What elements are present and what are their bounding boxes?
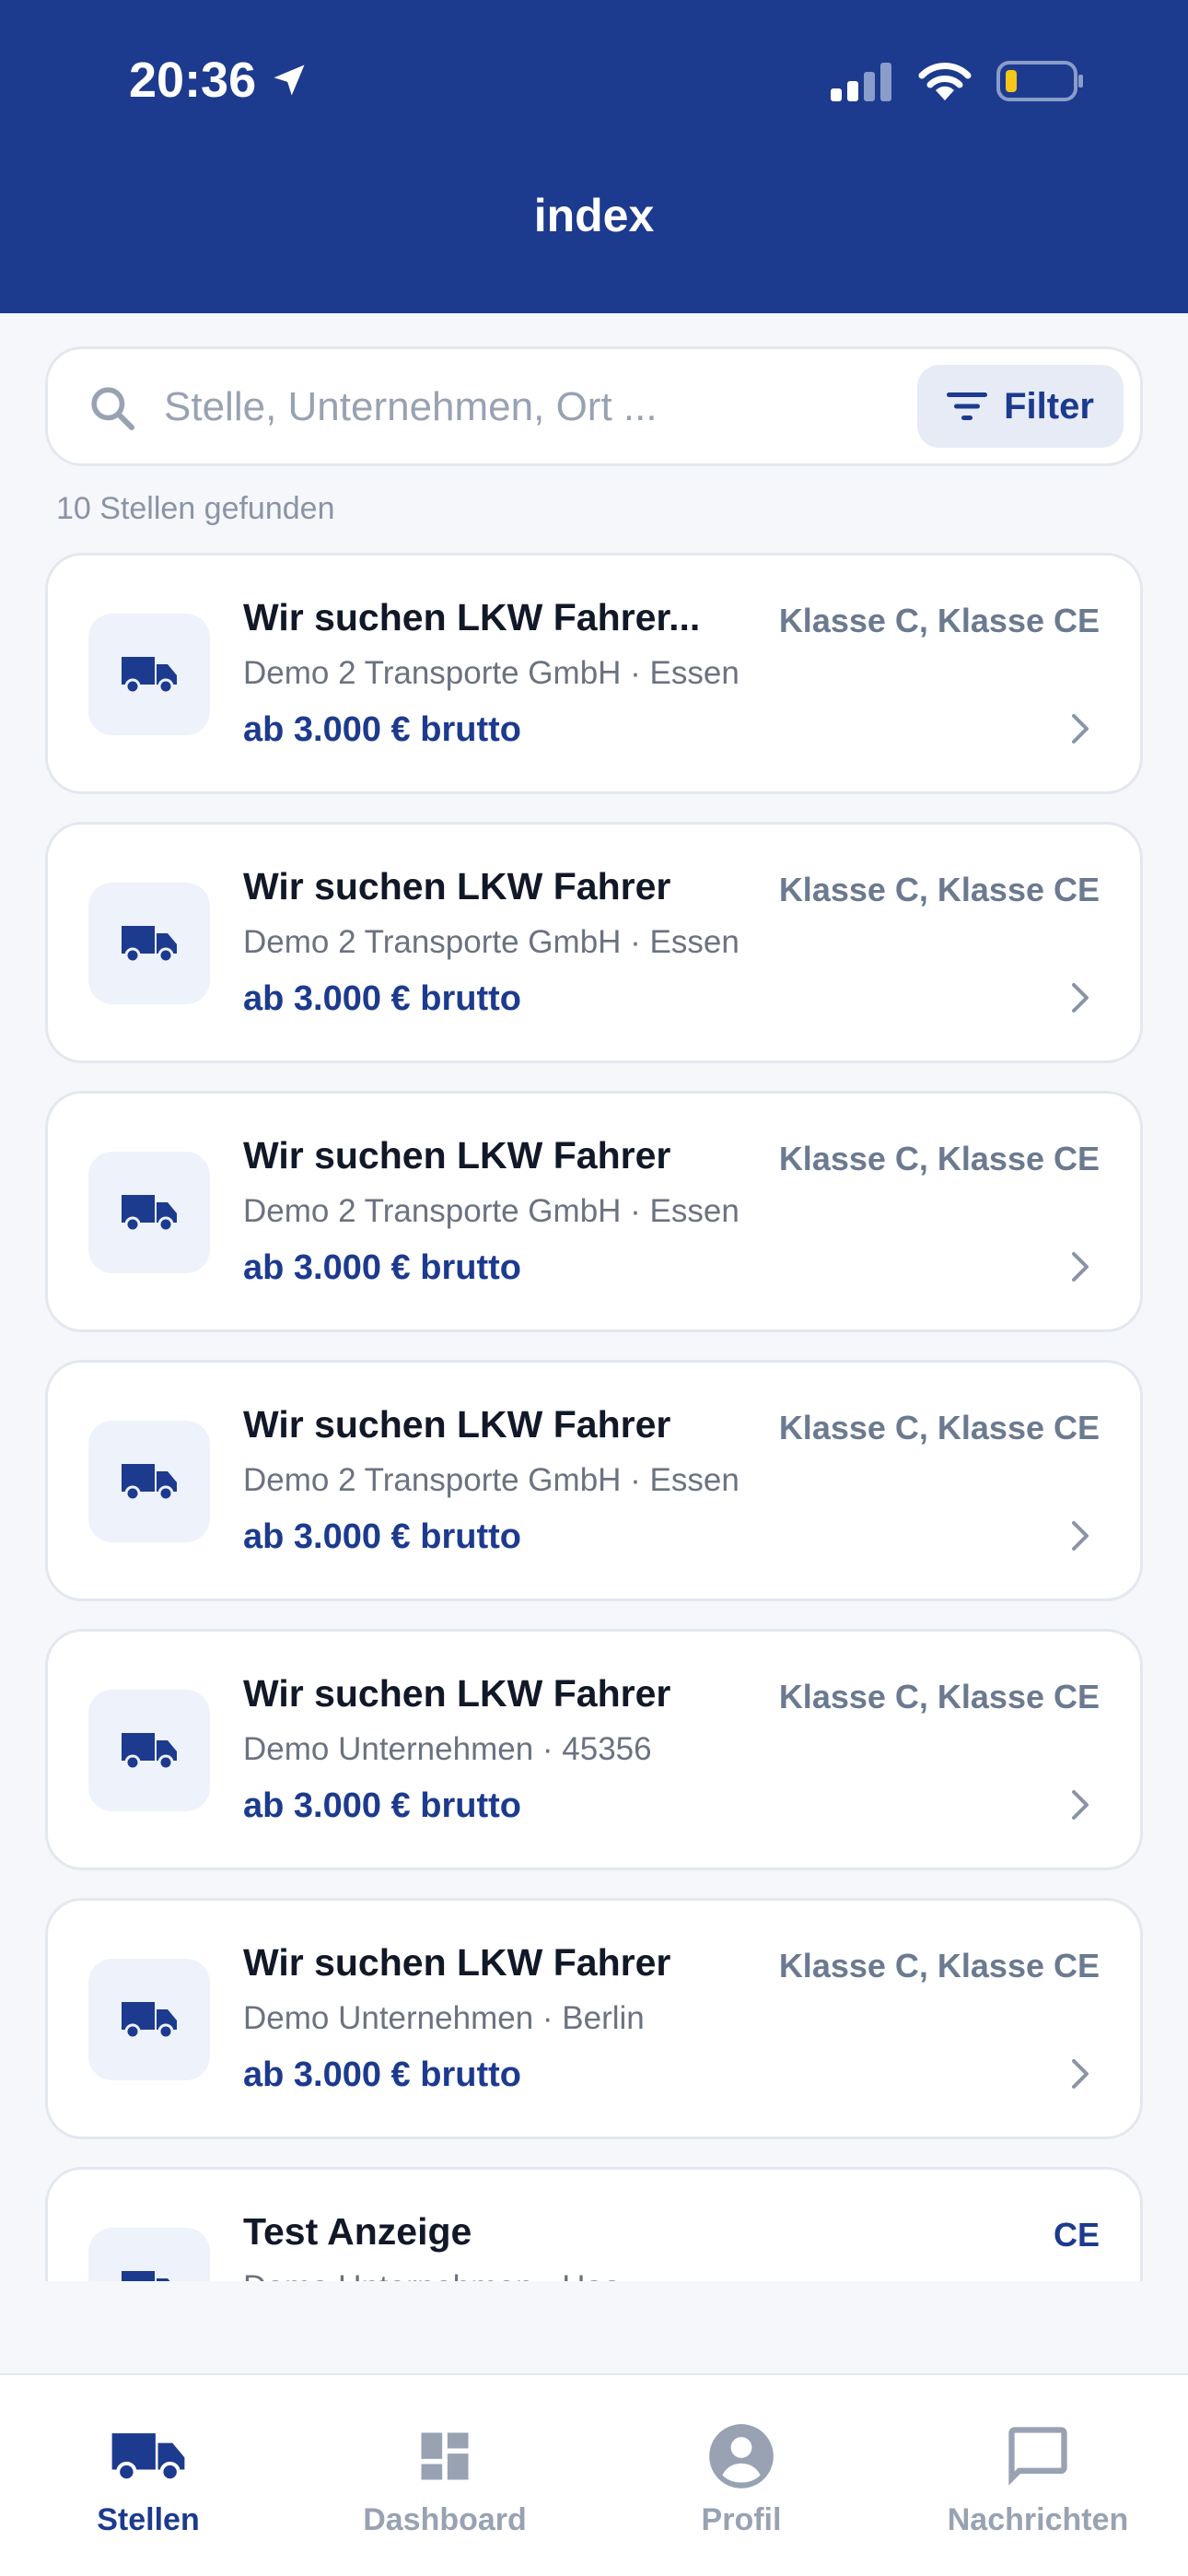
- chevron-right-icon: [1072, 2059, 1089, 2089]
- result-count: 10 Stellen gefunden: [56, 491, 335, 526]
- job-card[interactable]: Wir suchen LKW Fahrer Klasse C, Klasse C…: [45, 1091, 1143, 1332]
- job-title: Wir suchen LKW Fahrer: [243, 1941, 671, 1984]
- job-card[interactable]: Wir suchen LKW Fahrer Klasse C, Klasse C…: [45, 1898, 1143, 2139]
- tab-profil[interactable]: Profil: [593, 2375, 890, 2541]
- status-time: 20:36: [129, 48, 309, 112]
- tab-stellen[interactable]: Stellen: [0, 2375, 297, 2541]
- filter-icon: [947, 392, 988, 420]
- status-indicators: [831, 53, 1085, 109]
- search-input[interactable]: [164, 375, 827, 439]
- job-icon-container: [88, 1421, 210, 1542]
- job-card[interactable]: Wir suchen LKW Fahrer Klasse C, Klasse C…: [45, 822, 1143, 1063]
- job-salary: ab 3.000 € brutto: [243, 979, 521, 1018]
- tab-label: Profil: [701, 2502, 782, 2537]
- job-icon-container: [88, 1690, 210, 1811]
- job-icon-container: [88, 1152, 210, 1273]
- job-company-location: Demo Unternehmen · Haa: [243, 2269, 621, 2281]
- tab-dashboard[interactable]: Dashboard: [297, 2375, 593, 2541]
- tab-nachrichten[interactable]: Nachrichten: [890, 2375, 1186, 2541]
- filter-button[interactable]: Filter: [917, 365, 1124, 448]
- job-company-location: Demo Unternehmen · 45356: [243, 1731, 652, 1767]
- chevron-right-icon: [1072, 1790, 1089, 1820]
- tab-label: Stellen: [97, 2502, 200, 2537]
- bottom-tab-bar: Stellen Dashboard Profil Nachrichten: [0, 2373, 1188, 2576]
- job-list[interactable]: Wir suchen LKW Fahrer... Klasse C, Klass…: [0, 553, 1188, 2281]
- job-company-location: Demo 2 Transporte GmbH · Essen: [243, 655, 740, 691]
- filter-label: Filter: [1004, 385, 1094, 427]
- job-license-classes: Klasse C, Klasse CE: [778, 602, 1100, 639]
- job-card[interactable]: Wir suchen LKW Fahrer... Klasse C, Klass…: [45, 553, 1143, 794]
- job-license-classes: Klasse C, Klasse CE: [778, 1140, 1100, 1177]
- job-card[interactable]: Wir suchen LKW Fahrer Klasse C, Klasse C…: [45, 1629, 1143, 1870]
- chevron-right-icon: [1072, 714, 1089, 744]
- job-salary: ab 3.000 € brutto: [243, 1248, 521, 1287]
- truck-icon: [122, 657, 177, 695]
- job-icon-container: [88, 614, 210, 735]
- job-title: Test Anzeige: [243, 2210, 472, 2253]
- job-title: Wir suchen LKW Fahrer...: [243, 596, 701, 638]
- job-salary: ab 3.000 € brutto: [243, 1786, 521, 1825]
- job-license-classes: Klasse C, Klasse CE: [778, 1409, 1100, 1446]
- job-card[interactable]: Test Anzeige CE Demo Unternehmen · Haa: [45, 2167, 1143, 2281]
- job-salary: ab 3.000 € brutto: [243, 710, 521, 749]
- truck-icon: [122, 2271, 170, 2281]
- search-bar: Filter: [45, 346, 1143, 466]
- signal-icon: [831, 63, 891, 101]
- job-icon-container: [88, 2228, 210, 2281]
- truck-icon: [122, 2002, 177, 2040]
- page-title: index: [533, 190, 655, 241]
- job-title: Wir suchen LKW Fahrer: [243, 865, 671, 907]
- wifi-icon: [918, 63, 972, 100]
- truck-icon: [122, 1464, 177, 1502]
- job-license-classes: Klasse C, Klasse CE: [778, 871, 1100, 908]
- job-card[interactable]: Wir suchen LKW Fahrer Klasse C, Klasse C…: [45, 1360, 1143, 1601]
- message-icon: [1008, 2427, 1067, 2486]
- job-company-location: Demo 2 Transporte GmbH · Essen: [243, 924, 740, 960]
- location-arrow-icon: [274, 64, 305, 96]
- job-company-location: Demo 2 Transporte GmbH · Essen: [243, 1462, 740, 1498]
- truck-icon: [122, 926, 177, 964]
- chevron-right-icon: [1072, 1252, 1089, 1282]
- job-company-location: Demo 2 Transporte GmbH · Essen: [243, 1193, 740, 1229]
- chevron-right-icon: [1072, 1521, 1089, 1551]
- battery-icon: [996, 61, 1083, 101]
- chevron-right-icon: [1072, 983, 1089, 1013]
- job-license-classes: Klasse C, Klasse CE: [778, 1678, 1100, 1715]
- job-company-location: Demo Unternehmen · Berlin: [243, 2000, 645, 2036]
- profile-icon: [709, 2424, 774, 2488]
- job-salary: ab 3.000 € brutto: [243, 2055, 521, 2094]
- job-icon-container: [88, 883, 210, 1004]
- job-salary: ab 3.000 € brutto: [243, 1517, 521, 1556]
- job-title: Wir suchen LKW Fahrer: [243, 1672, 671, 1715]
- job-title: Wir suchen LKW Fahrer: [243, 1134, 671, 1177]
- dashboard-icon: [421, 2432, 469, 2480]
- job-icon-container: [88, 1959, 210, 2080]
- truck-icon: [122, 1733, 177, 1771]
- truck-icon: [122, 1195, 177, 1233]
- status-time-text: 20:36: [129, 53, 257, 108]
- job-title: Wir suchen LKW Fahrer: [243, 1403, 671, 1446]
- tab-label: Nachrichten: [947, 2502, 1129, 2537]
- truck-icon: [111, 2433, 185, 2483]
- tab-label: Dashboard: [363, 2502, 527, 2537]
- job-license-classes: Klasse C, Klasse CE: [778, 1947, 1100, 1985]
- app-header: 20:36 index: [0, 0, 1188, 313]
- search-icon: [91, 387, 135, 431]
- job-license-classes: CE: [1053, 2216, 1100, 2254]
